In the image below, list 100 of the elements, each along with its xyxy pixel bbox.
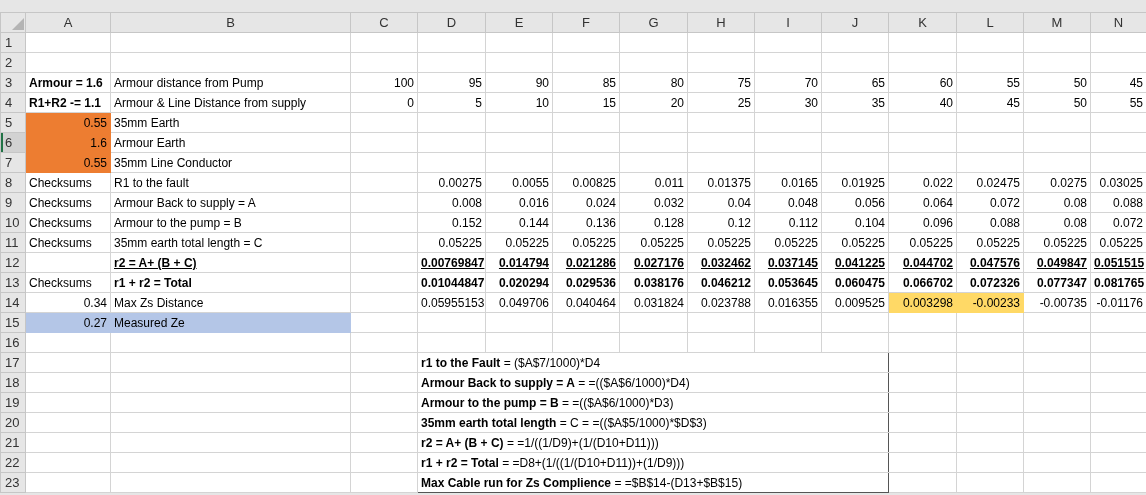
- table-cell: 5: [417, 92, 486, 113]
- table-cell: 0.05225: [687, 232, 755, 253]
- table-cell: 45: [956, 92, 1024, 113]
- table-cell: -0.00735: [1023, 292, 1091, 313]
- table-cell: r1 to the Fault = ($A$7/1000)*D4: [417, 352, 889, 373]
- column-header[interactable]: M: [1023, 12, 1091, 33]
- row-header[interactable]: 17: [0, 352, 26, 373]
- row-header[interactable]: 14: [0, 292, 26, 313]
- table-cell: 0.0055: [485, 172, 553, 193]
- table-cell: 0.029536: [552, 272, 620, 293]
- table-cell: 75: [687, 72, 755, 93]
- row-header[interactable]: 9: [0, 192, 26, 213]
- table-cell: Checksums: [25, 272, 111, 293]
- table-cell: 0.05225: [619, 232, 688, 253]
- row-header[interactable]: 1: [0, 32, 26, 53]
- table-cell: 0.05225: [417, 232, 486, 253]
- table-cell: 0.128: [619, 212, 688, 233]
- table-cell: 0.04: [687, 192, 755, 213]
- table-cell: 0.032: [619, 192, 688, 213]
- row-header[interactable]: 20: [0, 412, 26, 433]
- row-header[interactable]: 21: [0, 432, 26, 453]
- table-cell: 0.05225: [1023, 232, 1091, 253]
- table-cell: r1 + r2 = Total = =D8+(1/((1/(D10+D11))+(1/D9))): [417, 452, 889, 473]
- table-cell: r2 = A+ (B + C): [110, 252, 351, 273]
- table-cell: 0.05225: [821, 232, 889, 253]
- row-header[interactable]: 13: [0, 272, 26, 293]
- table-cell: Armour = 1.6: [25, 72, 111, 93]
- table-cell: Armour Earth: [110, 132, 351, 153]
- column-header[interactable]: C: [350, 12, 418, 33]
- table-cell: r2 = A+ (B + C) = =1/((1/D9)+(1/(D10+D11))): [417, 432, 889, 453]
- table-cell: 0.011: [619, 172, 688, 193]
- table-cell: 0.34: [25, 292, 111, 313]
- table-cell: 20: [619, 92, 688, 113]
- row-header[interactable]: 7: [0, 152, 26, 173]
- row-header[interactable]: 10: [0, 212, 26, 233]
- table-cell: 0.144: [485, 212, 553, 233]
- table-cell: 0.00769847: [417, 252, 486, 273]
- table-cell: 0.066702: [888, 272, 957, 293]
- table-cell: 0.032462: [687, 252, 755, 273]
- table-cell: 0.05225: [552, 232, 620, 253]
- table-cell: 85: [552, 72, 620, 93]
- row-header[interactable]: 8: [0, 172, 26, 193]
- row-header[interactable]: 3: [0, 72, 26, 93]
- table-cell: Checksums: [25, 212, 111, 233]
- table-cell: R1 to the fault: [110, 172, 351, 193]
- table-cell: 25: [687, 92, 755, 113]
- table-cell: r1 + r2 = Total: [110, 272, 351, 293]
- table-cell: 0.104: [821, 212, 889, 233]
- column-header[interactable]: A: [25, 12, 111, 33]
- table-cell: 0.072326: [956, 272, 1024, 293]
- table-cell: 0.016355: [754, 292, 822, 313]
- column-header[interactable]: J: [821, 12, 889, 33]
- row-header[interactable]: 18: [0, 372, 26, 393]
- row-header[interactable]: 23: [0, 472, 26, 493]
- table-cell: 35mm Earth: [110, 112, 351, 133]
- row-header[interactable]: 12: [0, 252, 26, 273]
- table-cell: 0.12: [687, 212, 755, 233]
- table-cell: 0.05225: [754, 232, 822, 253]
- table-cell: 55: [956, 72, 1024, 93]
- column-header[interactable]: K: [888, 12, 957, 33]
- column-header[interactable]: B: [110, 12, 351, 33]
- column-header[interactable]: N: [1090, 12, 1146, 33]
- table-cell: 0.008: [417, 192, 486, 213]
- table-cell: 0.00825: [552, 172, 620, 193]
- table-cell: 60: [888, 72, 957, 93]
- column-header[interactable]: L: [956, 12, 1024, 33]
- row-header[interactable]: 2: [0, 52, 26, 73]
- column-header[interactable]: I: [754, 12, 822, 33]
- table-cell: 0.053645: [754, 272, 822, 293]
- table-cell: Max Zs Distance: [110, 292, 351, 313]
- table-cell: 0.060475: [821, 272, 889, 293]
- column-header[interactable]: G: [619, 12, 688, 33]
- column-header[interactable]: H: [687, 12, 755, 33]
- table-cell: 0.016: [485, 192, 553, 213]
- table-cell: 35: [821, 92, 889, 113]
- table-cell: 0.020294: [485, 272, 553, 293]
- table-cell: Armour Back to supply = A: [110, 192, 351, 213]
- row-header[interactable]: 19: [0, 392, 26, 413]
- table-cell: 50: [1023, 72, 1091, 93]
- table-cell: 0.08: [1023, 192, 1091, 213]
- table-cell: 0.009525: [821, 292, 889, 313]
- table-cell: 30: [754, 92, 822, 113]
- table-cell: 0.023788: [687, 292, 755, 313]
- column-header[interactable]: D: [417, 12, 486, 33]
- row-header[interactable]: 6: [0, 132, 26, 153]
- row-header[interactable]: 15: [0, 312, 26, 333]
- table-cell: 0.044702: [888, 252, 957, 273]
- row-header[interactable]: 22: [0, 452, 26, 473]
- column-header[interactable]: E: [485, 12, 553, 33]
- row-header[interactable]: 11: [0, 232, 26, 253]
- table-cell: 0.0275: [1023, 172, 1091, 193]
- table-cell: 0.022: [888, 172, 957, 193]
- row-header[interactable]: 4: [0, 92, 26, 113]
- column-header[interactable]: F: [552, 12, 620, 33]
- row-header[interactable]: 16: [0, 332, 26, 353]
- row-header[interactable]: 5: [0, 112, 26, 133]
- table-cell: 0.049706: [485, 292, 553, 313]
- table-cell: Checksums: [25, 192, 111, 213]
- table-cell: 0.048: [754, 192, 822, 213]
- table-cell: 0.024: [552, 192, 620, 213]
